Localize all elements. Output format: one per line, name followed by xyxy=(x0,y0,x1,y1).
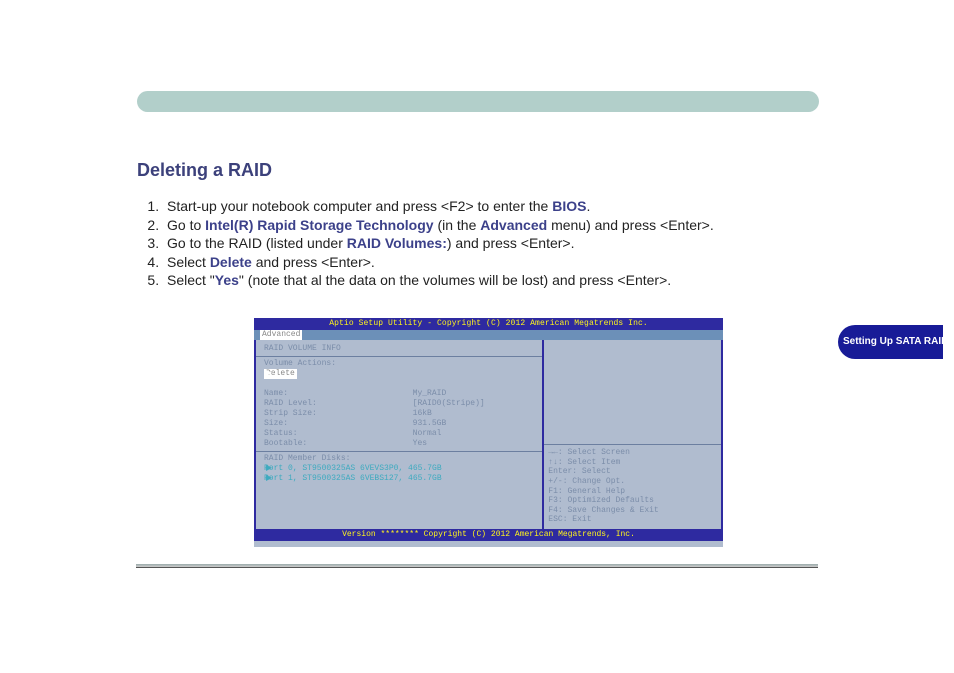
help-line: F3: Optimized Defaults xyxy=(548,496,717,506)
help-line: ↑↓: Select Item xyxy=(548,458,717,468)
step-5-yes: Yes xyxy=(215,272,239,288)
bios-help-list: →←: Select Screen ↑↓: Select Item Enter:… xyxy=(548,448,717,525)
bios-footer-bar: Version ******** Copyright (C) 2012 Amer… xyxy=(254,529,723,541)
bios-screenshot: Aptio Setup Utility - Copyright (C) 2012… xyxy=(254,318,723,547)
step-1-text-a: Start-up your notebook computer and pres… xyxy=(167,198,552,214)
prop-bootable: Bootable:Yes xyxy=(264,439,534,449)
prop-raid-level: RAID Level:[RAID0(Stripe)] xyxy=(264,399,534,409)
step-2-text-e: menu) and press <Enter>. xyxy=(547,217,714,233)
bios-member-1: Port 1, ST9500325AS 6VEBS127, 465.7GB xyxy=(264,474,442,483)
step-3-text-a: Go to the RAID (listed under xyxy=(167,235,347,251)
bios-section-header: RAID VOLUME INFO xyxy=(264,344,534,354)
bios-left-pane: RAID VOLUME INFO Volume Actions: ▶ Delet… xyxy=(256,340,544,529)
step-2-irst: Intel(R) Rapid Storage Technology xyxy=(205,217,433,233)
step-4: Select Delete and press <Enter>. xyxy=(163,254,825,272)
step-4-text-c: and press <Enter>. xyxy=(252,254,375,270)
help-line: Enter: Select xyxy=(548,467,717,477)
step-2: Go to Intel(R) Rapid Storage Technology … xyxy=(163,217,825,235)
caret-icon: ▶ xyxy=(266,474,272,484)
bios-member-header: RAID Member Disks: xyxy=(264,454,534,464)
step-4-text-a: Select xyxy=(167,254,210,270)
bios-body: RAID VOLUME INFO Volume Actions: ▶ Delet… xyxy=(254,340,723,529)
step-5: Select "Yes" (note that al the data on t… xyxy=(163,272,825,290)
bios-title-bar: Aptio Setup Utility - Copyright (C) 2012… xyxy=(254,318,723,330)
step-3-raid-volumes: RAID Volumes: xyxy=(347,235,447,251)
header-bar xyxy=(137,91,819,112)
help-line: →←: Select Screen xyxy=(548,448,717,458)
section-heading: Deleting a RAID xyxy=(137,160,272,181)
caret-icon: ▶ xyxy=(266,464,272,474)
step-4-delete: Delete xyxy=(210,254,252,270)
help-line: F4: Save Changes & Exit xyxy=(548,506,717,516)
step-2-advanced: Advanced xyxy=(480,217,547,233)
bios-member-0: Port 0, ST9500325AS 6VEVS3P0, 465.7GB xyxy=(264,464,442,473)
bios-tab-row: Advanced xyxy=(254,330,723,340)
help-line: ESC: Exit xyxy=(548,515,717,525)
step-1: Start-up your notebook computer and pres… xyxy=(163,198,825,216)
step-2-text-c: (in the xyxy=(434,217,481,233)
side-tab: Setting Up SATA RAID or AHCI Mode xyxy=(838,325,943,359)
bios-right-pane: →←: Select Screen ↑↓: Select Item Enter:… xyxy=(544,340,721,529)
caret-icon: ▶ xyxy=(266,369,272,379)
instruction-block: Start-up your notebook computer and pres… xyxy=(135,198,825,291)
step-3: Go to the RAID (listed under RAID Volume… xyxy=(163,235,825,253)
bios-volume-actions: Volume Actions: xyxy=(264,359,534,369)
help-line: +/-: Change Opt. xyxy=(548,477,717,487)
step-1-bios: BIOS xyxy=(552,198,586,214)
step-3-text-c: ) and press <Enter>. xyxy=(447,235,575,251)
prop-size: Size:931.5GB xyxy=(264,419,534,429)
bios-tab-advanced: Advanced xyxy=(260,330,302,340)
prop-name: Name:My_RAID xyxy=(264,389,534,399)
step-2-text-a: Go to xyxy=(167,217,205,233)
prop-status: Status:Normal xyxy=(264,429,534,439)
side-tab-label: Setting Up SATA RAID or AHCI Mode xyxy=(838,325,943,359)
step-5-text-c: " (note that al the data on the volumes … xyxy=(239,272,671,288)
help-line: F1: General Help xyxy=(548,487,717,497)
page-rule xyxy=(136,564,818,568)
prop-strip-size: Strip Size:16kB xyxy=(264,409,534,419)
step-5-text-a: Select " xyxy=(167,272,215,288)
step-1-text-c: . xyxy=(586,198,590,214)
